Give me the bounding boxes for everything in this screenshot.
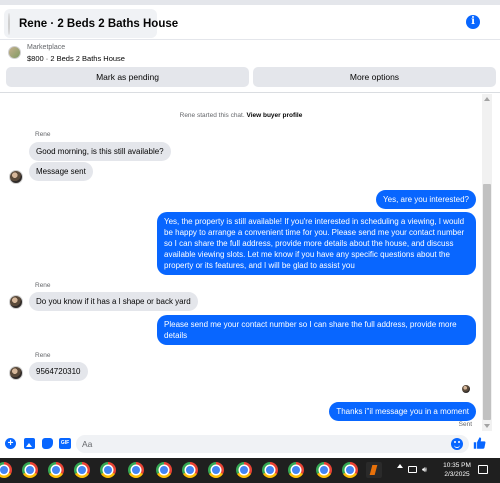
chrome-icon[interactable] xyxy=(156,462,172,478)
chat-title-button[interactable]: Rene · 2 Beds 2 Baths House xyxy=(4,9,178,38)
scroll-thumb[interactable] xyxy=(483,184,491,420)
outgoing-message: Yes, are you interested? xyxy=(376,190,476,209)
chrome-icon[interactable] xyxy=(316,462,332,478)
chrome-icon[interactable] xyxy=(128,462,144,478)
sticker-icon[interactable] xyxy=(42,438,53,449)
incoming-message: Message sent xyxy=(29,162,93,181)
message-input[interactable] xyxy=(76,435,469,453)
chrome-icon[interactable] xyxy=(22,462,38,478)
avatar[interactable] xyxy=(9,366,23,380)
plus-icon[interactable]: + xyxy=(5,438,16,449)
incoming-message: 9564720310 xyxy=(29,362,88,381)
chrome-icon[interactable] xyxy=(100,462,116,478)
tray-chevron-icon[interactable] xyxy=(397,464,403,468)
chat-start-text: Rene started this chat. xyxy=(179,112,245,119)
scroll-down-arrow-icon[interactable] xyxy=(484,424,490,428)
chrome-icon[interactable] xyxy=(74,462,90,478)
volume-icon[interactable]: 🔊︎ xyxy=(422,465,427,475)
gif-icon[interactable]: GIF xyxy=(59,438,71,449)
chat-start-note: Rene started this chat. View buyer profi… xyxy=(0,112,482,119)
view-buyer-profile-link[interactable]: View buyer profile xyxy=(246,112,302,119)
scroll-up-arrow-icon[interactable] xyxy=(484,97,490,101)
avatar[interactable] xyxy=(9,170,23,184)
chrome-icon[interactable] xyxy=(262,462,278,478)
chat-header: Rene · 2 Beds 2 Baths House i xyxy=(0,5,500,40)
clock[interactable]: 10:35 PM 2/3/2025 xyxy=(440,461,474,479)
clock-time: 10:35 PM xyxy=(443,462,471,469)
photo-icon[interactable] xyxy=(24,438,35,449)
emoji-icon[interactable] xyxy=(451,438,463,450)
listing-summary[interactable]: Marketplace $800 · 2 Beds 2 Baths House xyxy=(0,41,500,65)
network-icon[interactable] xyxy=(408,466,417,473)
notification-icon[interactable] xyxy=(478,465,488,474)
seen-avatar xyxy=(462,385,470,393)
chrome-icon[interactable] xyxy=(236,462,252,478)
like-icon[interactable] xyxy=(473,436,486,450)
chrome-icon[interactable] xyxy=(182,462,198,478)
message-sender: Rene xyxy=(35,352,51,359)
message-sender: Rene xyxy=(35,131,51,138)
listing-thumbnail xyxy=(8,12,10,35)
message-status: Sent xyxy=(458,421,472,428)
messenger-app-icon[interactable] xyxy=(366,462,382,478)
mark-as-pending-button[interactable]: Mark as pending xyxy=(6,67,249,87)
listing-description: $800 · 2 Beds 2 Baths House xyxy=(27,54,125,63)
message-sender: Rene xyxy=(35,282,51,289)
incoming-message: Good morning, is this still available? xyxy=(29,142,171,161)
outgoing-message: Thanks i"il message you in a moment xyxy=(329,402,476,421)
chrome-icon[interactable] xyxy=(0,462,12,478)
info-icon[interactable]: i xyxy=(466,15,480,29)
listing-category: Marketplace xyxy=(27,44,66,51)
chat-scrollbar[interactable] xyxy=(482,94,492,431)
chrome-icon[interactable] xyxy=(48,462,64,478)
outgoing-message: Please send me your contact number so I … xyxy=(157,315,476,345)
chrome-icon[interactable] xyxy=(288,462,304,478)
chat-title: Rene · 2 Beds 2 Baths House xyxy=(19,17,179,30)
taskbar: 🔊︎ 10:35 PM 2/3/2025 xyxy=(0,458,500,483)
divider xyxy=(0,92,500,93)
outgoing-message: Yes, the property is still available! If… xyxy=(157,212,476,275)
listing-small-thumbnail xyxy=(8,46,21,59)
incoming-message: Do you know if it has a l shape or back … xyxy=(29,292,198,311)
more-options-button[interactable]: More options xyxy=(253,67,496,87)
message-composer: + GIF xyxy=(0,432,500,456)
chrome-icon[interactable] xyxy=(208,462,224,478)
chrome-icon[interactable] xyxy=(342,462,358,478)
clock-date: 2/3/2025 xyxy=(444,471,470,478)
avatar[interactable] xyxy=(9,295,23,309)
